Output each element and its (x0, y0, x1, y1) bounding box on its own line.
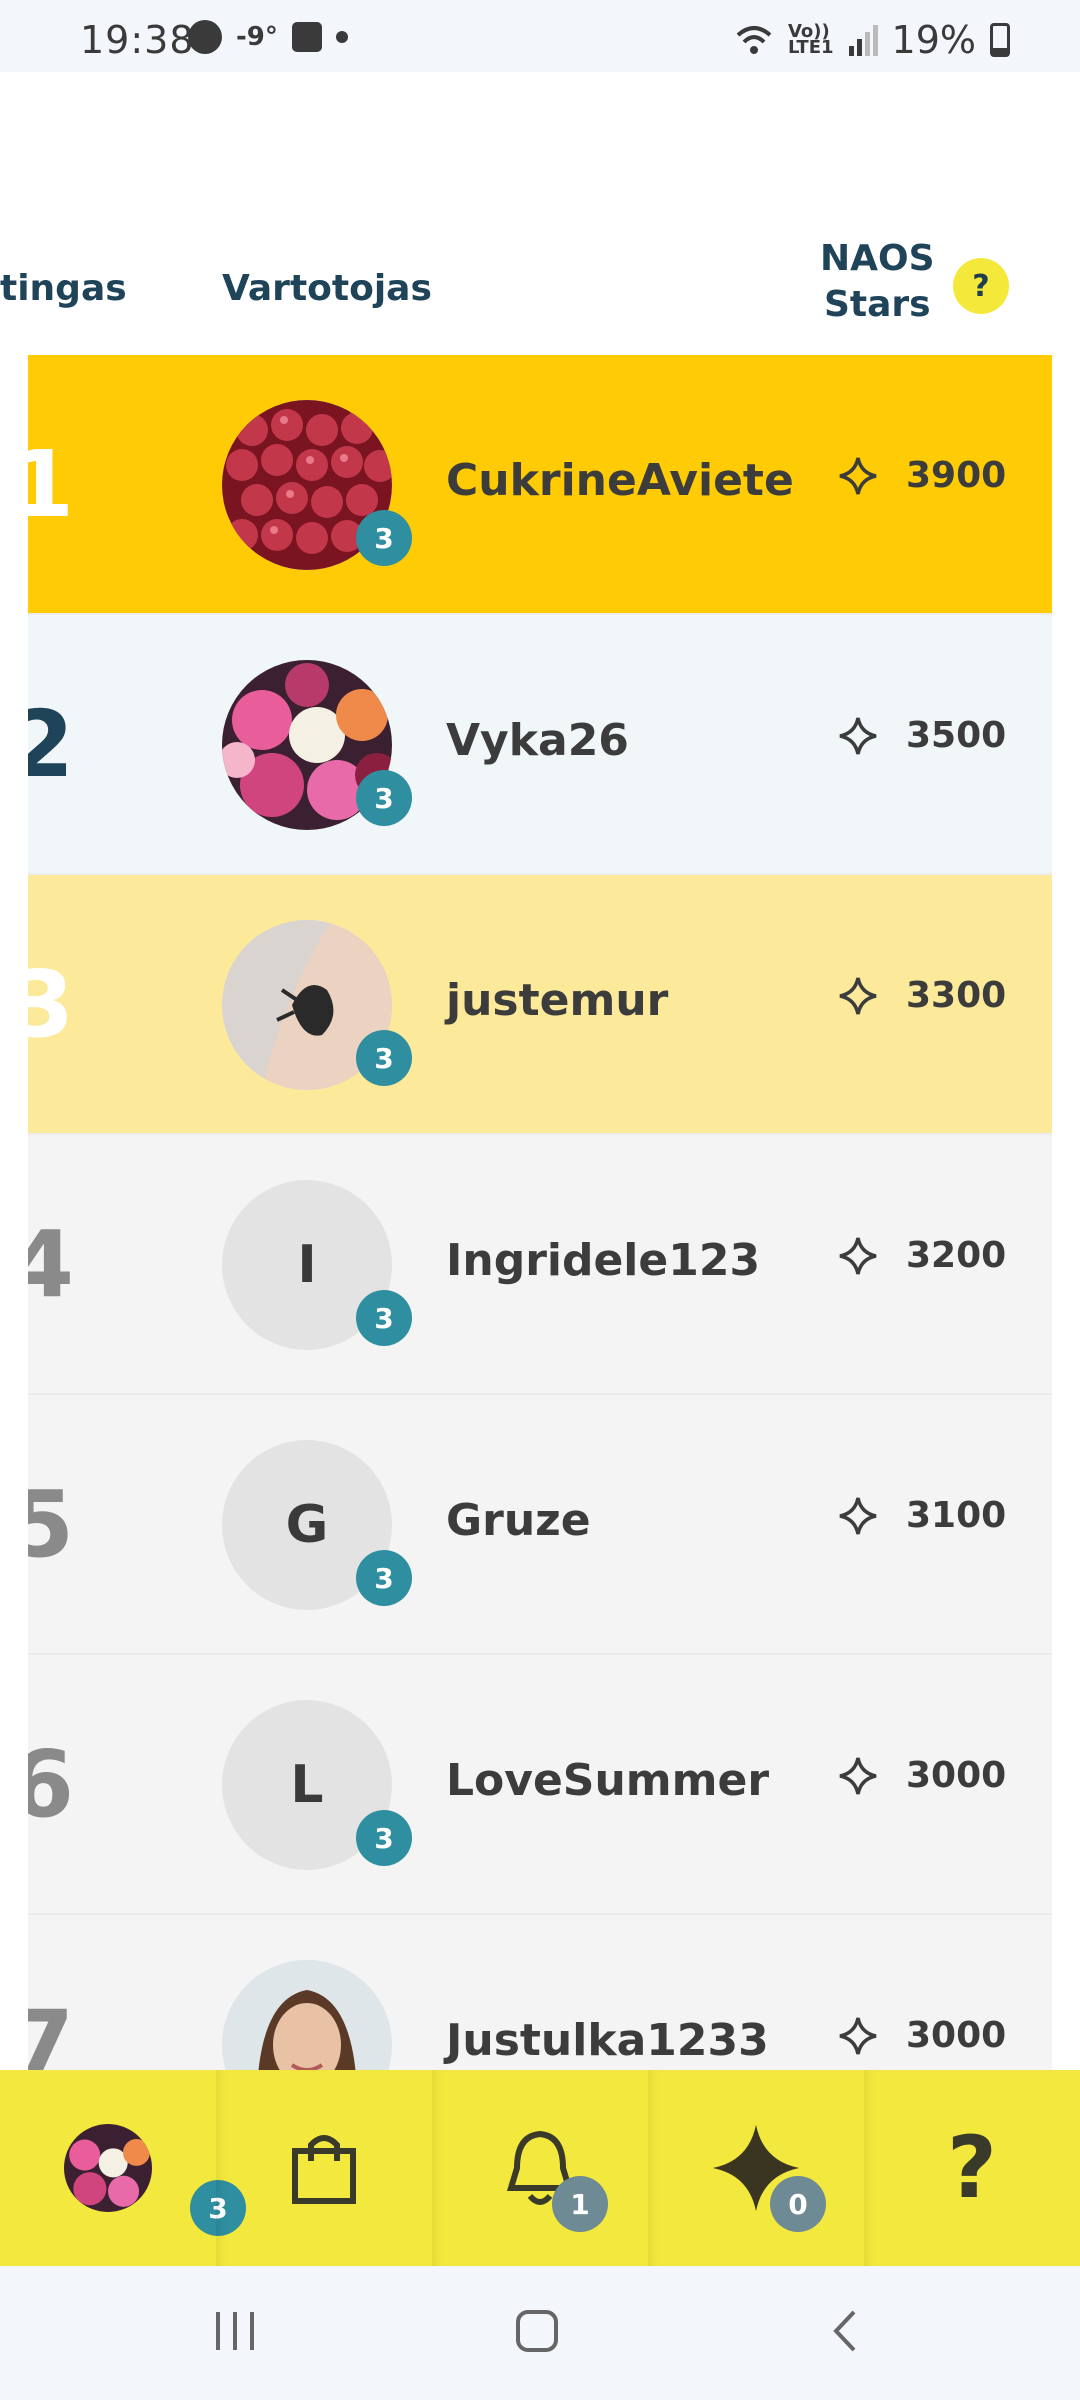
messenger-icon (188, 20, 222, 54)
battery-icon (990, 23, 1010, 57)
nav-shop[interactable] (216, 2070, 432, 2266)
status-system-icons: Vo)) LTE1 19% (734, 18, 1010, 62)
level-badge: 3 (356, 1810, 412, 1866)
star-outline-icon (839, 977, 877, 1014)
bottom-navigation: 3 1 0 ? (0, 2070, 1080, 2266)
nav-help[interactable]: ? (864, 2070, 1080, 2266)
stars-score: 3900 (838, 455, 1006, 496)
stars-value: 3200 (906, 1235, 1007, 1276)
stars-help-button[interactable]: ? (953, 258, 1009, 314)
status-temperature: -9° (236, 22, 278, 52)
stars-value: 3100 (906, 1495, 1007, 1536)
stars-value: 3300 (906, 975, 1007, 1016)
leaderboard-header: tingas Vartotojas NAOS Stars (0, 230, 1080, 355)
star-outline-icon (839, 457, 877, 494)
rank-number: 3 (28, 935, 74, 1075)
leaderboard-row[interactable]: 5 G 3 Gruze 3100 (28, 1395, 1052, 1655)
status-time: 19:38 (80, 18, 195, 62)
leaderboard-row[interactable]: 4 I 3 Ingridele123 3200 (28, 1135, 1052, 1395)
level-badge: 3 (356, 1030, 412, 1086)
level-badge: 3 (356, 1290, 412, 1346)
help-icon: ? (947, 2118, 997, 2218)
star-outline-icon (839, 1497, 877, 1534)
level-badge: 3 (356, 1550, 412, 1606)
stars-score: 3100 (838, 1495, 1006, 1536)
leaderboard-row[interactable]: 2 3 Vyka26 3500 (28, 615, 1052, 875)
stars-score: 3200 (838, 1235, 1006, 1276)
star-outline-icon (839, 2017, 877, 2054)
username: LoveSummer (446, 1755, 770, 1806)
notifications-count-badge: 1 (552, 2176, 608, 2232)
roses-avatar-image (64, 2124, 152, 2212)
home-icon[interactable] (512, 2306, 562, 2356)
stars-score: 3500 (838, 715, 1006, 756)
star-outline-icon (839, 1757, 877, 1794)
nav-notifications[interactable]: 1 (432, 2070, 648, 2266)
username: Ingridele123 (446, 1235, 761, 1286)
leaderboard-row[interactable]: 6 L 3 LoveSummer 3000 (28, 1655, 1052, 1915)
star-outline-icon (839, 1237, 877, 1274)
username: Justulka1233 (446, 2015, 769, 2066)
stars-count-badge: 0 (770, 2176, 826, 2232)
status-notification-icons: -9° (188, 20, 348, 54)
stars-value: 3500 (906, 715, 1007, 756)
system-navigation-bar (0, 2266, 1080, 2400)
username: Gruze (446, 1495, 591, 1546)
stars-column-header: NAOS Stars (820, 238, 935, 325)
stars-score: 3000 (838, 1755, 1006, 1796)
stars-value: 3900 (906, 455, 1007, 496)
stars-score: 3000 (838, 2015, 1006, 2056)
rank-number: 5 (28, 1455, 74, 1595)
star-outline-icon (839, 717, 877, 754)
stars-score: 3300 (838, 975, 1006, 1016)
rank-number: 1 (28, 415, 74, 555)
recent-apps-icon[interactable] (210, 2306, 260, 2356)
leaderboard-row[interactable]: 1 3 CukrineAviete 3900 (28, 355, 1052, 615)
rank-column-header: tingas (0, 268, 127, 309)
user-column-header: Vartotojas (222, 268, 432, 309)
nav-profile[interactable]: 3 (0, 2070, 246, 2266)
shopping-bag-icon (292, 2135, 356, 2204)
stars-value: 3000 (906, 1755, 1007, 1796)
nav-stars[interactable]: 0 (648, 2070, 864, 2266)
stars-value: 3000 (906, 2015, 1007, 2056)
rank-number: 2 (28, 675, 74, 815)
rank-number: 6 (28, 1715, 74, 1855)
level-badge: 3 (356, 510, 412, 566)
level-badge: 3 (356, 770, 412, 826)
wifi-icon (736, 26, 772, 54)
back-icon[interactable] (822, 2306, 872, 2356)
volte-label: Vo)) LTE1 (787, 21, 834, 58)
leaderboard-row[interactable]: 3 3 justemur 3300 (28, 875, 1052, 1135)
battery-percent: 19% (891, 18, 976, 62)
status-bar: 19:38 -9° Vo)) LTE1 19% (0, 0, 1080, 72)
profile-avatar (64, 2124, 152, 2212)
leaderboard-list: 1 3 CukrineAviete 3900 2 (28, 355, 1052, 2175)
rank-number: 4 (28, 1195, 74, 1335)
more-notifications-dot-icon (335, 31, 348, 43)
username: Vyka26 (446, 715, 629, 766)
signal-icon (848, 25, 878, 56)
checkbox-notification-icon (291, 22, 322, 52)
username: justemur (446, 975, 669, 1026)
username: CukrineAviete (446, 455, 794, 506)
